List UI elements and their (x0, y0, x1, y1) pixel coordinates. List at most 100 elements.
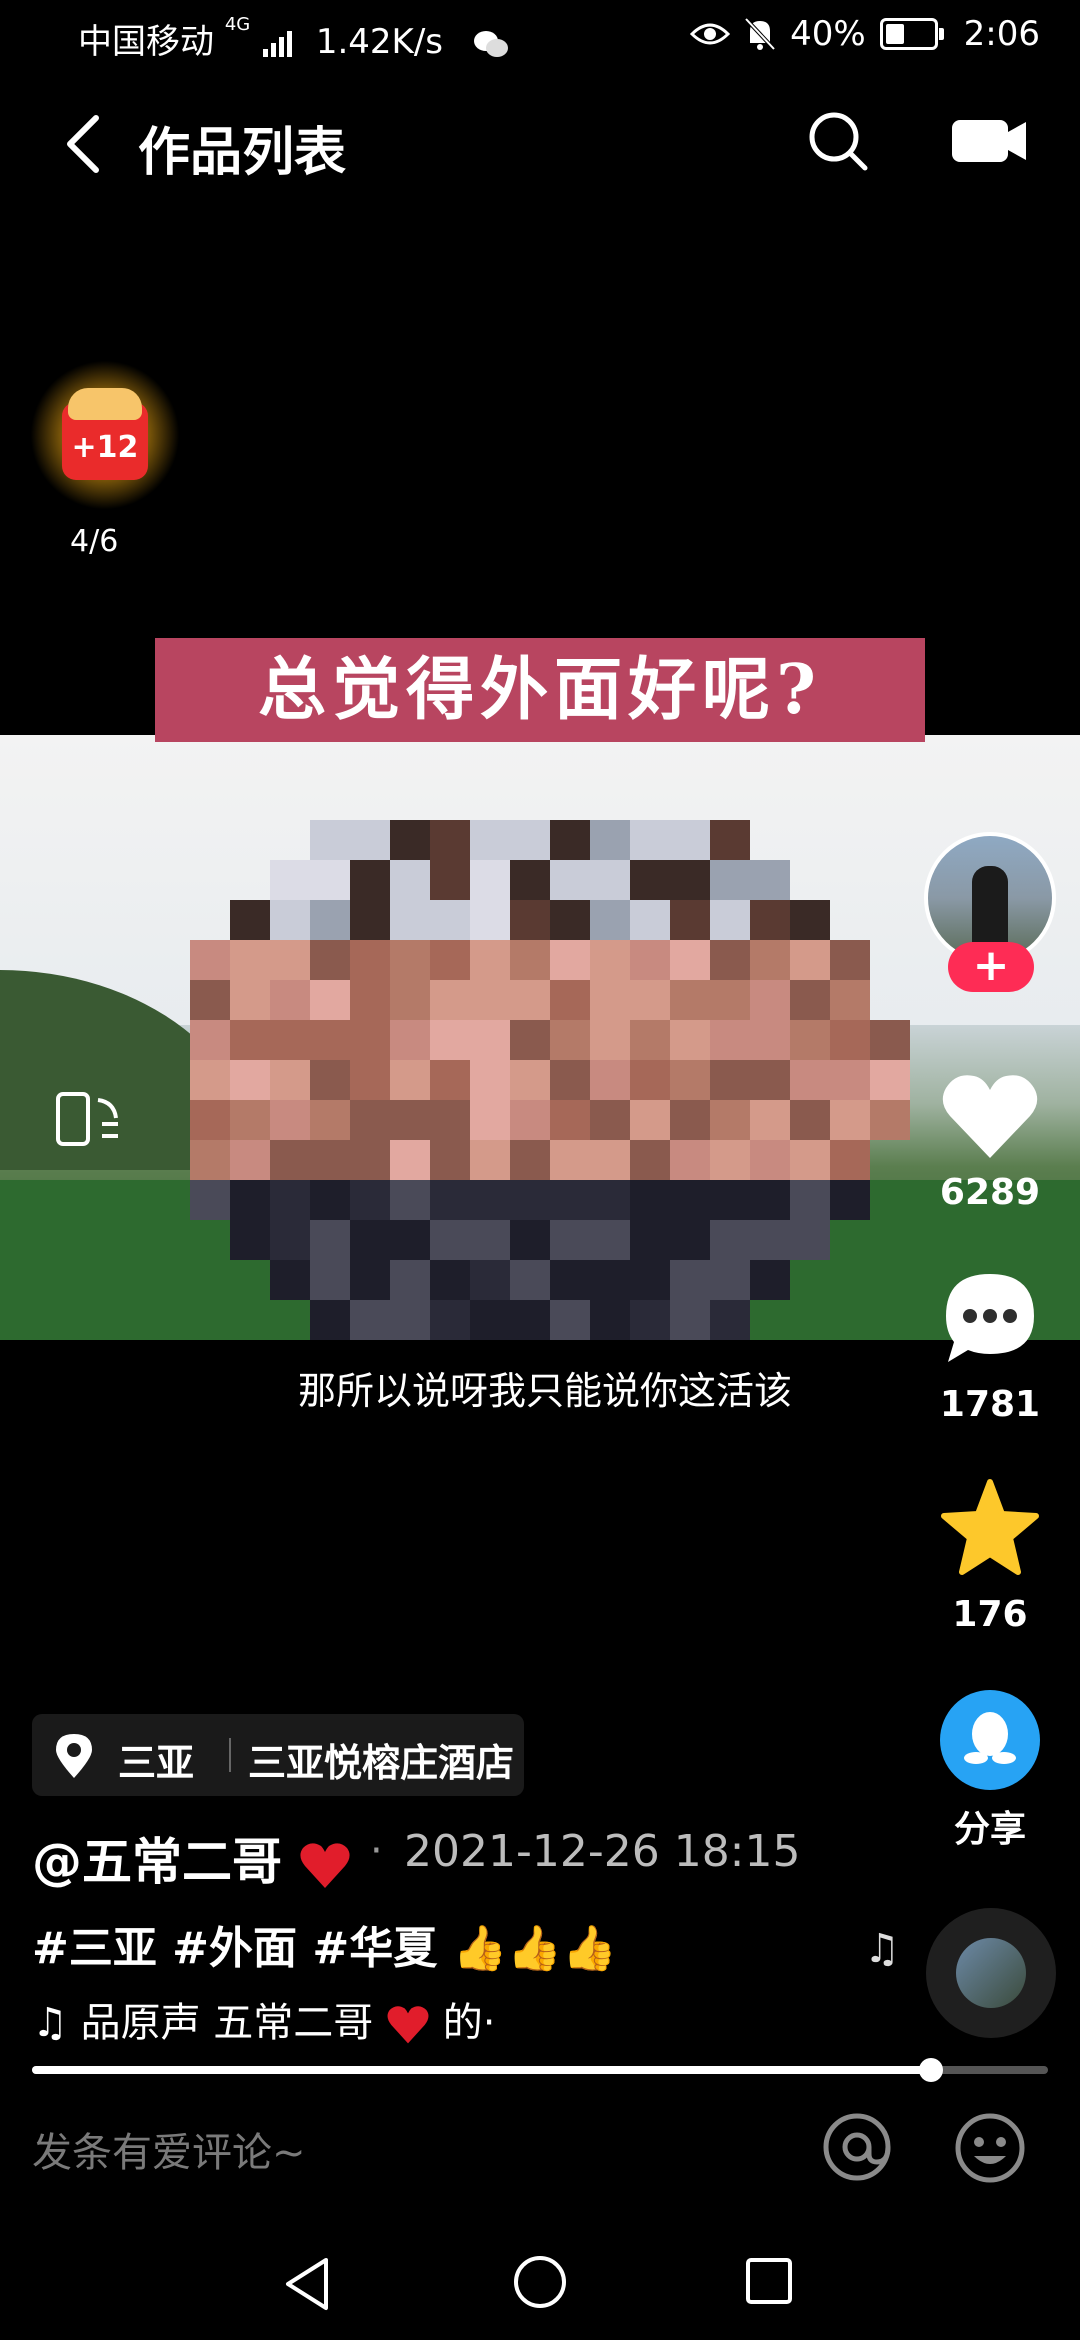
mosaic-cell (270, 1100, 310, 1140)
mosaic-cell (550, 1260, 590, 1300)
mosaic-cell (350, 900, 390, 940)
mosaic-cell (550, 940, 590, 980)
mosaic-cell (790, 1140, 830, 1180)
mosaic-cell (710, 980, 750, 1020)
music-title: 品原声 五常二哥 (80, 2000, 374, 2046)
video-progress-bar[interactable] (32, 2058, 1048, 2082)
mosaic-cell (390, 1140, 430, 1180)
mosaic-cell (630, 1180, 670, 1220)
nav-home-icon[interactable] (512, 2254, 568, 2310)
mosaic-cell (750, 1060, 790, 1100)
share-label: 分享 (953, 1809, 1026, 1850)
progress-fill (32, 2066, 932, 2074)
mosaic-cell (630, 1060, 670, 1100)
author-line[interactable]: @五常二哥 (32, 1822, 351, 1894)
location-pin-icon (56, 1734, 92, 1778)
floating-note-icon: ♫ (864, 1926, 900, 1972)
mosaic-cell (430, 1300, 470, 1340)
mosaic-cell (670, 820, 710, 860)
mosaic-cell (270, 900, 310, 940)
mosaic-cell (350, 860, 390, 900)
mosaic-cell (630, 860, 670, 900)
mosaic-cell (310, 820, 350, 860)
mosaic-cell (670, 860, 710, 900)
mosaic-cell (670, 1020, 710, 1060)
mosaic-cell (630, 1020, 670, 1060)
video-banner: 总觉得外面好呢? (155, 638, 925, 742)
location-tag[interactable]: 三亚 三亚悦榕庄酒店 (32, 1714, 524, 1796)
mosaic-cell (310, 980, 350, 1020)
mosaic-cell (670, 1140, 710, 1180)
mosaic-cell (470, 1180, 510, 1220)
chevron-left-icon[interactable] (60, 112, 110, 176)
mosaic-cell (190, 980, 230, 1020)
mosaic-cell (390, 1180, 430, 1220)
mosaic-cell (270, 1060, 310, 1100)
mosaic-cell (590, 820, 630, 860)
comment-icon[interactable] (938, 1266, 1042, 1370)
mosaic-cell (390, 1060, 430, 1100)
mosaic-cell (870, 1100, 910, 1140)
hashtags[interactable]: #三亚 #外面 #华夏 👍👍👍 (32, 1912, 617, 1976)
mosaic-cell (750, 860, 790, 900)
follow-button[interactable]: + (948, 942, 1034, 992)
mosaic-cell (550, 1180, 590, 1220)
mosaic-cell (750, 1220, 790, 1260)
mosaic-cell (430, 900, 470, 940)
mosaic-cell (230, 1100, 270, 1140)
mosaic-cell (230, 1180, 270, 1220)
mosaic-cell (510, 820, 550, 860)
nav-back-icon[interactable] (282, 2256, 332, 2312)
mosaic-cell (350, 940, 390, 980)
mosaic-cell (230, 1060, 270, 1100)
mosaic-face (190, 820, 910, 1340)
mosaic-cell (750, 900, 790, 940)
mosaic-cell (630, 1260, 670, 1300)
mosaic-cell (230, 900, 270, 940)
mosaic-cell (230, 1220, 270, 1260)
mosaic-cell (350, 1100, 390, 1140)
mosaic-cell (670, 1100, 710, 1140)
mosaic-cell (550, 860, 590, 900)
mosaic-cell (710, 1100, 750, 1140)
star-icon[interactable] (938, 1476, 1042, 1580)
mosaic-cell (670, 940, 710, 980)
mosaic-cell (470, 1060, 510, 1100)
disc-cover (956, 1938, 1026, 2008)
heart-icon[interactable] (938, 1066, 1042, 1170)
status-bar: 中国移动 4G 1.42K/s 40% 2:06 (0, 0, 1080, 80)
mosaic-cell (670, 1180, 710, 1220)
rotate-screen-icon[interactable] (54, 1088, 124, 1150)
like-count: 6289 (939, 1172, 1041, 1213)
share-button[interactable] (940, 1690, 1040, 1790)
mosaic-cell (390, 1020, 430, 1060)
progress-knob[interactable] (919, 2058, 944, 2082)
search-icon[interactable] (805, 108, 871, 174)
mosaic-cell (310, 1060, 350, 1100)
emoji-icon[interactable] (954, 2112, 1026, 2184)
mosaic-cell (750, 1140, 790, 1180)
mosaic-cell (750, 1100, 790, 1140)
camera-icon[interactable] (950, 114, 1028, 168)
mention-icon[interactable] (822, 2112, 892, 2182)
mosaic-cell (230, 1140, 270, 1180)
mosaic-cell (350, 1300, 390, 1340)
status-right: 40% 2:06 (690, 14, 1040, 54)
mosaic-cell (630, 1300, 670, 1340)
reward-chest[interactable]: +12 (30, 360, 180, 510)
mosaic-cell (510, 1060, 550, 1100)
nav-recents-icon[interactable] (744, 2256, 794, 2306)
eye-icon (690, 23, 731, 45)
mosaic-cell (830, 1140, 870, 1180)
status-left: 中国移动 4G 1.42K/s (78, 14, 510, 63)
mosaic-cell (510, 1300, 550, 1340)
music-disc[interactable] (926, 1908, 1056, 2038)
mosaic-cell (870, 1060, 910, 1100)
music-line[interactable]: ♫ 品原声 五常二哥 的· (32, 1990, 495, 2048)
mosaic-cell (590, 1020, 630, 1060)
comment-input[interactable]: 发条有爱评论~ (32, 2120, 306, 2178)
mosaic-cell (590, 860, 630, 900)
mosaic-cell (550, 1140, 590, 1180)
network-speed: 1.42K/s (315, 22, 444, 62)
mosaic-cell (750, 1180, 790, 1220)
